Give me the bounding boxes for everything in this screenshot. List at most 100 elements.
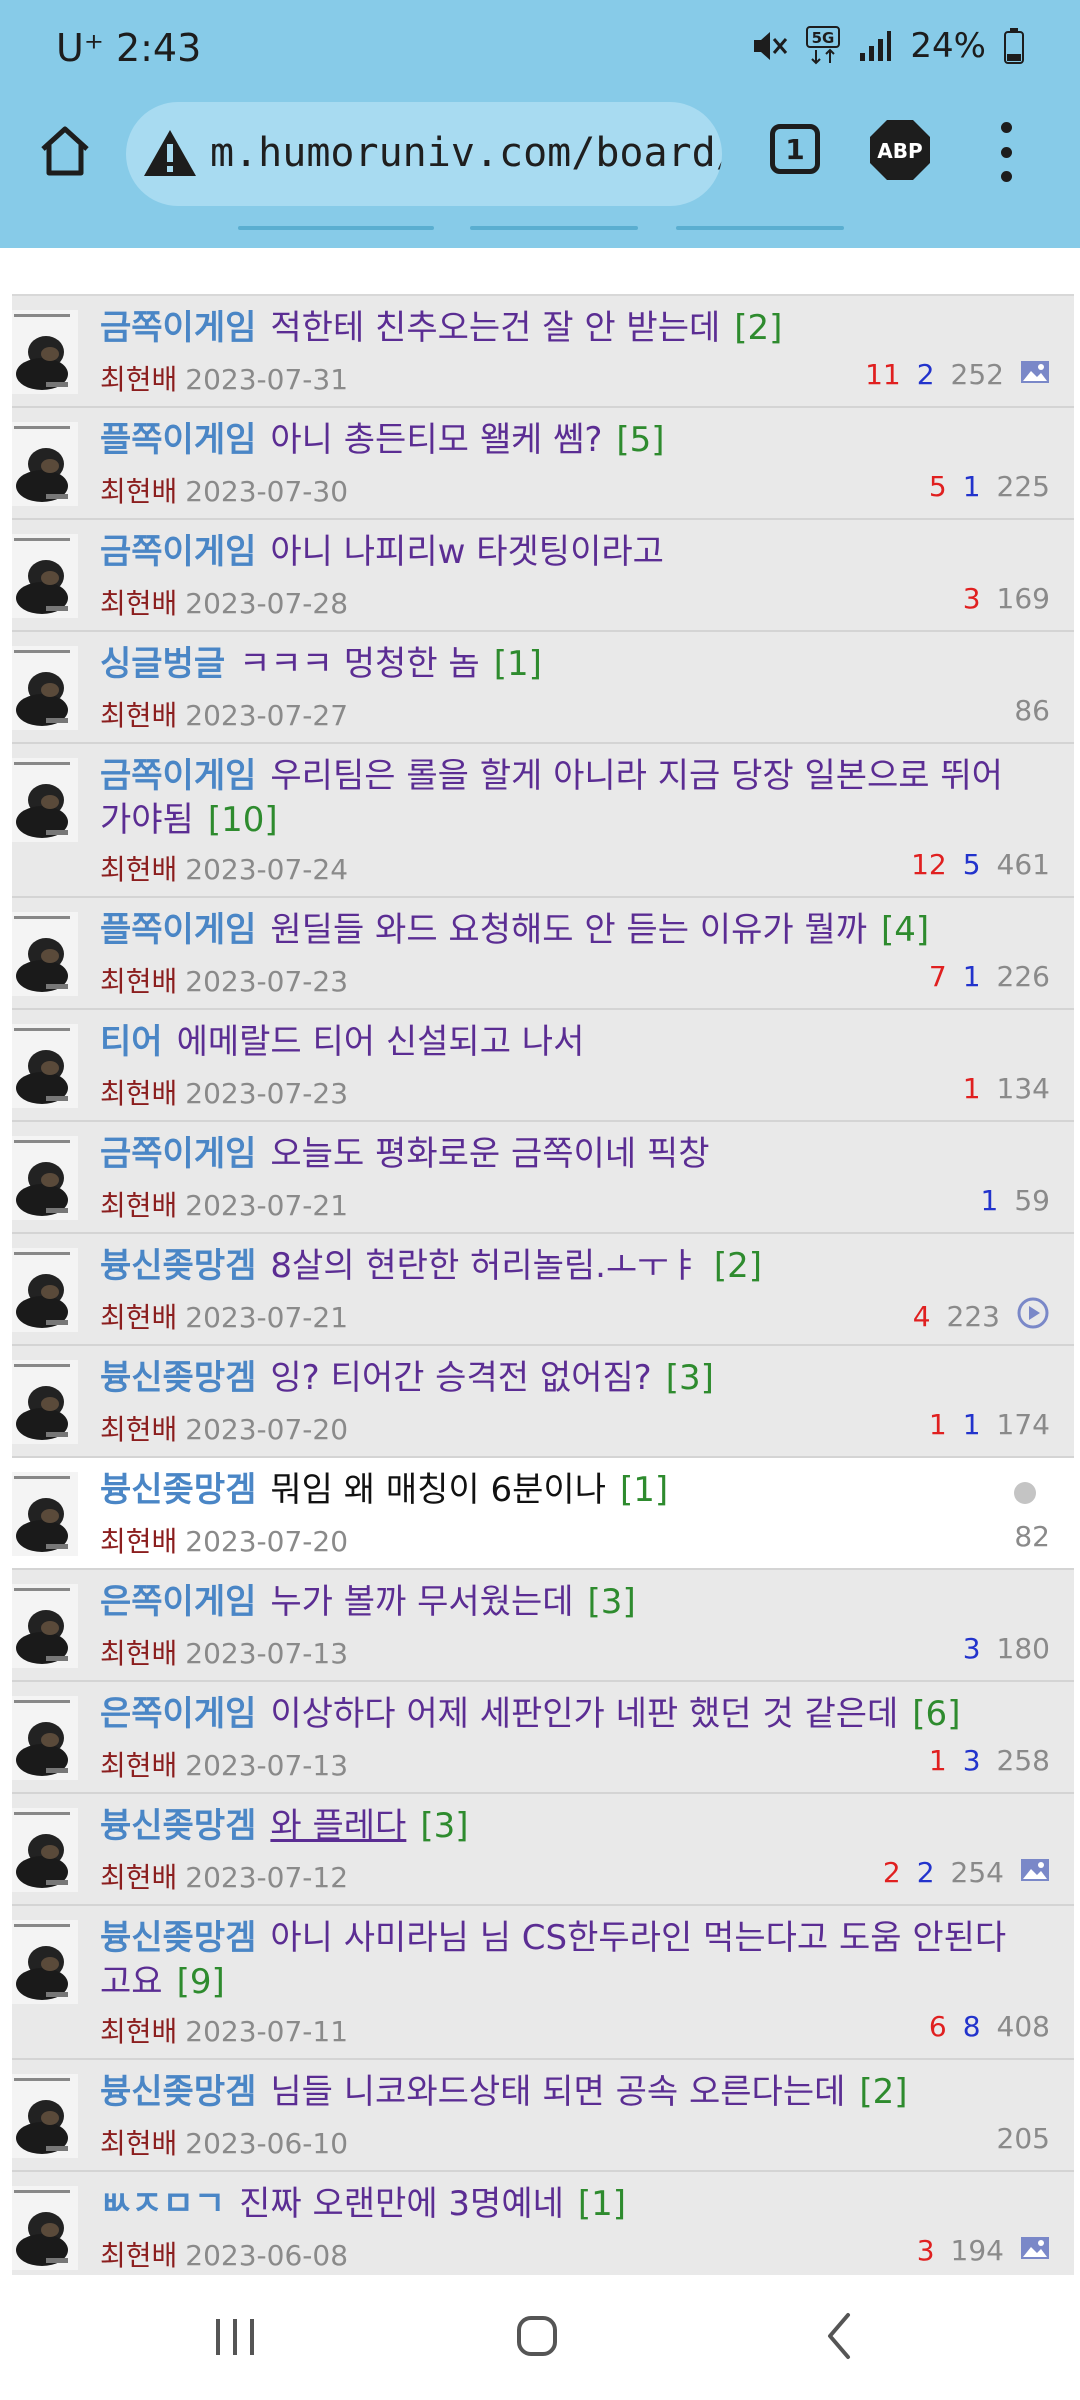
post-author[interactable]: 최현배 — [100, 587, 177, 620]
home-nav-button[interactable] — [512, 2311, 562, 2365]
post-category[interactable]: 은쪽이게임 — [100, 1582, 256, 1622]
upvote-count: 3 — [916, 2234, 935, 2267]
post-stats: 2 2 254 — [883, 1856, 1050, 1889]
post-category[interactable]: 금쪽이게임 — [100, 532, 256, 572]
upvote-count: 2 — [882, 1856, 901, 1889]
post-author[interactable]: 최현배 — [100, 475, 177, 508]
post-author[interactable]: 최현배 — [100, 2239, 177, 2272]
post-title[interactable]: 에메랄드 티어 신설되고 나서 — [177, 1022, 585, 1062]
browser-menu-button[interactable] — [988, 122, 1024, 182]
downvote-count: 2 — [916, 358, 935, 391]
post-title[interactable]: 와 플레다 — [270, 1806, 406, 1846]
post-category[interactable]: 븅신좆망겜 — [100, 1918, 256, 1958]
post-title[interactable]: 이상하다 어제 세판인가 네판 했던 것 같은데 — [270, 1694, 898, 1734]
post-title[interactable]: 진짜 오랜만에 3명예네 — [239, 2184, 564, 2224]
post-author[interactable]: 최현배 — [100, 1077, 177, 1110]
recent-apps-button[interactable] — [210, 2311, 260, 2365]
downvote-count: 1 — [962, 470, 981, 503]
post-meta: 최현배 2023-07-24 — [100, 848, 348, 888]
post-row[interactable]: 플쪽이게임 아니 총든티모 왤케 쎔? [5] 최현배 2023-07-30 5 1 225 — [12, 408, 1074, 520]
post-title[interactable]: 뭐임 왜 매칭이 6분이나 — [270, 1470, 606, 1510]
post-category[interactable]: 금쪽이게임 — [100, 1134, 256, 1174]
post-title[interactable]: 오늘도 평화로운 금쪽이네 픽창 — [270, 1134, 709, 1174]
post-category[interactable]: 븅신좆망겜 — [100, 1806, 256, 1846]
post-row[interactable]: 븅신좆망겜 와 플레다 [3] 최현배 2023-07-12 2 2 254 — [12, 1794, 1074, 1906]
post-row[interactable]: ㅄㅈㅁㄱ 진짜 오랜만에 3명예네 [1] 최현배 2023-06-08 3 194 — [12, 2172, 1074, 2284]
post-category[interactable]: 금쪽이게임 — [100, 308, 256, 348]
post-category[interactable]: 플쪽이게임 — [100, 420, 256, 460]
post-row[interactable]: 븅신좆망겜 뭐임 왜 매칭이 6분이나 [1] 최현배 2023-07-20 82 — [12, 1458, 1074, 1570]
post-author[interactable]: 최현배 — [100, 1301, 177, 1334]
home-button[interactable] — [30, 116, 100, 186]
author-avatar — [12, 1024, 78, 1108]
post-author[interactable]: 최현배 — [100, 1637, 177, 1670]
post-row[interactable]: 금쪽이게임 아니 나피리w 타겟팅이라고 최현배 2023-07-28 3 169 — [12, 520, 1074, 632]
post-category[interactable]: 븅신좆망겜 — [100, 1358, 256, 1398]
post-category[interactable]: 금쪽이게임 — [100, 756, 256, 796]
status-bar: U⁺ 2:43 5G 24% — [0, 0, 1080, 96]
view-count: 223 — [946, 1300, 1000, 1333]
post-author[interactable]: 최현배 — [100, 1413, 177, 1446]
post-author[interactable]: 최현배 — [100, 2015, 177, 2048]
comment-count: [2] — [859, 2072, 908, 2112]
adblock-button[interactable]: ABP — [868, 118, 932, 182]
post-author[interactable]: 최현배 — [100, 699, 177, 732]
post-row[interactable]: 븅신좆망겜 8살의 현란한 허리놀림.ㅗㅜㅑ [2] 최현배 2023-07-21 4 22… — [12, 1234, 1074, 1346]
post-title-line: ㅄㅈㅁㄱ 진짜 오랜만에 3명예네 [1] — [100, 2182, 1030, 2226]
battery-percent: 24% — [910, 26, 986, 66]
post-category[interactable]: 븅신좆망겜 — [100, 1470, 256, 1510]
post-title[interactable]: 원딜들 와드 요청해도 안 듣는 이유가 뭘까 — [270, 910, 867, 950]
post-author[interactable]: 최현배 — [100, 1861, 177, 1894]
post-row[interactable]: 플쪽이게임 원딜들 와드 요청해도 안 듣는 이유가 뭘까 [4] 최현배 2023-0… — [12, 898, 1074, 1010]
post-title[interactable]: 아니 나피리w 타겟팅이라고 — [270, 532, 664, 572]
post-meta: 최현배 2023-07-21 — [100, 1296, 348, 1336]
post-author[interactable]: 최현배 — [100, 1749, 177, 1782]
post-title[interactable]: ㅋㅋㅋ 멍청한 놈 — [239, 644, 480, 684]
post-row[interactable]: 금쪽이게임 오늘도 평화로운 금쪽이네 픽창 최현배 2023-07-21 1 59 — [12, 1122, 1074, 1234]
post-category[interactable]: 븅신좆망겜 — [100, 1246, 256, 1286]
post-meta: 최현배 2023-07-11 — [100, 2010, 348, 2050]
upvote-count: 6 — [928, 2010, 947, 2043]
post-list: 금쪽이게임 적한테 친추오는건 잘 안 받는데 [2] 최현배 2023-07-31 11… — [12, 294, 1074, 2284]
post-row[interactable]: 븅신좆망겜 잉? 티어간 승격전 없어짐? [3] 최현배 2023-07-20 1 1 17… — [12, 1346, 1074, 1458]
post-author[interactable]: 최현배 — [100, 2127, 177, 2160]
signal-icon — [858, 29, 892, 63]
post-title[interactable]: 적한테 친추오는건 잘 안 받는데 — [270, 308, 720, 348]
post-category[interactable]: 플쪽이게임 — [100, 910, 256, 950]
post-title[interactable]: 누가 볼까 무서웠는데 — [270, 1582, 573, 1622]
post-title[interactable]: 잉? 티어간 승격전 없어짐? — [270, 1358, 651, 1398]
post-title[interactable]: 아니 총든티모 왤케 쎔? — [270, 420, 602, 460]
post-category[interactable]: 븅신좆망겜 — [100, 2072, 256, 2112]
post-row[interactable]: 티어 에메랄드 티어 신설되고 나서 최현배 2023-07-23 1 134 — [12, 1010, 1074, 1122]
post-title[interactable]: 님들 니코와드상태 되면 공속 오른다는데 — [270, 2072, 845, 2112]
post-row[interactable]: 븅신좆망겜 아니 사미라님 님 CS한두라인 먹는다고 도움 안된다고요 [9] 최현… — [12, 1906, 1074, 2060]
tab-switcher-button[interactable]: 1 — [770, 124, 820, 174]
post-date: 2023-06-10 — [185, 2127, 349, 2160]
post-category[interactable]: 은쪽이게임 — [100, 1694, 256, 1734]
post-row[interactable]: 븅신좆망겜 님들 니코와드상태 되면 공속 오른다는데 [2] 최현배 2023-06-… — [12, 2060, 1074, 2172]
post-title[interactable]: 8살의 현란한 허리놀림.ㅗㅜㅑ — [270, 1246, 699, 1286]
post-date: 2023-06-08 — [185, 2239, 349, 2272]
post-row[interactable]: 싱글벙글 ㅋㅋㅋ 멍청한 놈 [1] 최현배 2023-07-27 86 — [12, 632, 1074, 744]
post-author[interactable]: 최현배 — [100, 1525, 177, 1558]
comment-count: [1] — [493, 644, 542, 684]
post-row[interactable]: 금쪽이게임 우리팀은 롤을 할게 아니라 지금 당장 일본으로 뛰어가야됨 [10]… — [12, 744, 1074, 898]
post-author[interactable]: 최현배 — [100, 853, 177, 886]
post-category[interactable]: 싱글벙글 — [100, 644, 225, 684]
post-row[interactable]: 은쪽이게임 이상하다 어제 세판인가 네판 했던 것 같은데 [6] 최현배 2023-… — [12, 1682, 1074, 1794]
view-count: 59 — [1014, 1184, 1050, 1217]
author-avatar — [12, 646, 78, 730]
back-button[interactable] — [816, 2311, 866, 2365]
upvote-count: 5 — [928, 470, 947, 503]
post-author[interactable]: 최현배 — [100, 363, 177, 396]
post-category[interactable]: 티어 — [100, 1022, 163, 1062]
post-row[interactable]: 은쪽이게임 누가 볼까 무서웠는데 [3] 최현배 2023-07-13 3 180 — [12, 1570, 1074, 1682]
post-title-line: 븅신좆망겜 뭐임 왜 매칭이 6분이나 [1] — [100, 1468, 1030, 1512]
downvote-count: 5 — [962, 848, 981, 881]
post-row[interactable]: 금쪽이게임 적한테 친추오는건 잘 안 받는데 [2] 최현배 2023-07-31 11… — [12, 296, 1074, 408]
post-category[interactable]: ㅄㅈㅁㄱ — [100, 2184, 225, 2224]
address-bar[interactable]: m.humoruniv.com/board/lis — [126, 102, 722, 206]
post-author[interactable]: 최현배 — [100, 1189, 177, 1222]
post-meta: 최현배 2023-07-31 — [100, 358, 348, 398]
post-author[interactable]: 최현배 — [100, 965, 177, 998]
